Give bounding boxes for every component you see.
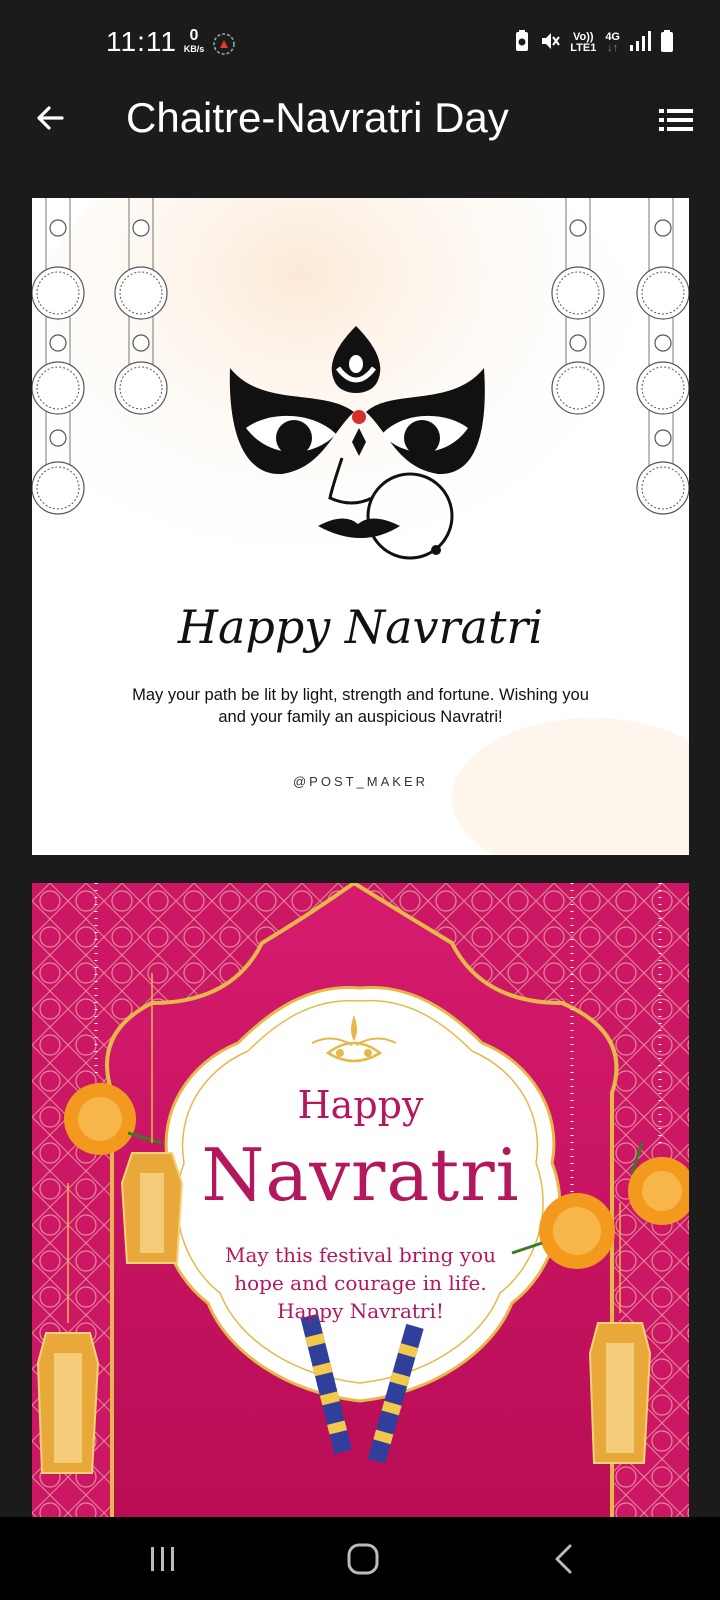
home-icon: [347, 1543, 379, 1575]
lte-label: LTE1: [570, 42, 597, 54]
arrow-left-icon: [37, 106, 64, 130]
recent-apps-icon: [151, 1547, 174, 1571]
app-bar: Chaitre-Navratri Day: [0, 80, 720, 160]
card2-message: May this festival bring you hope and cou…: [192, 1241, 529, 1325]
list-icon: [659, 109, 693, 131]
card1-message-line1: May your path be lit by light, strength …: [132, 686, 589, 704]
card1-heading: Happy Navratri: [177, 600, 544, 654]
card2-message-line2: hope and courage in life.: [234, 1271, 487, 1295]
card2-message-line3: Happy Navratri!: [277, 1299, 444, 1323]
system-back-button[interactable]: [534, 1537, 594, 1581]
status-bar: 11:11 0 KB/s Vo)) LTE1 4G ↓↑: [0, 0, 720, 80]
network-speed-unit: KB/s: [183, 44, 205, 54]
card2-title: Navratri: [201, 1133, 520, 1217]
battery-saver-icon: [514, 29, 530, 58]
status-time: 11:11: [106, 26, 177, 57]
list-menu-button[interactable]: [654, 98, 698, 142]
post-template-card-1[interactable]: Happy Navratri May your path be lit by l…: [32, 198, 689, 855]
card2-message-line1: May this festival bring you: [225, 1243, 496, 1267]
recent-apps-button[interactable]: [132, 1537, 192, 1581]
card1-message-line2: and your family an auspicious Navratri!: [218, 708, 503, 726]
signal-icon: [629, 30, 651, 57]
durga-eyes-illustration: [32, 198, 689, 855]
home-button[interactable]: [333, 1537, 393, 1581]
card2-happy-text: Happy: [297, 1083, 424, 1127]
network-speed: 0 KB/s: [180, 28, 208, 54]
status-icons: Vo)) LTE1 4G ↓↑: [514, 28, 674, 58]
app-notification-icon: [212, 32, 236, 61]
network-speed-value: 0: [189, 27, 199, 44]
battery-icon: [660, 29, 674, 58]
post-template-card-2[interactable]: Happy Navratri May this festival bring y…: [32, 883, 689, 1517]
system-nav-bar: [0, 1517, 720, 1600]
mute-icon: [539, 30, 561, 57]
card1-handle: @POST_MAKER: [292, 774, 429, 789]
page-title: Chaitre-Navratri Day: [126, 94, 509, 141]
volte-indicator: Vo)) LTE1: [570, 32, 596, 54]
network-type: 4G ↓↑: [605, 31, 620, 54]
card1-message: May your path be lit by light, strength …: [112, 684, 609, 728]
back-icon: [555, 1544, 572, 1574]
back-button[interactable]: [28, 96, 72, 140]
